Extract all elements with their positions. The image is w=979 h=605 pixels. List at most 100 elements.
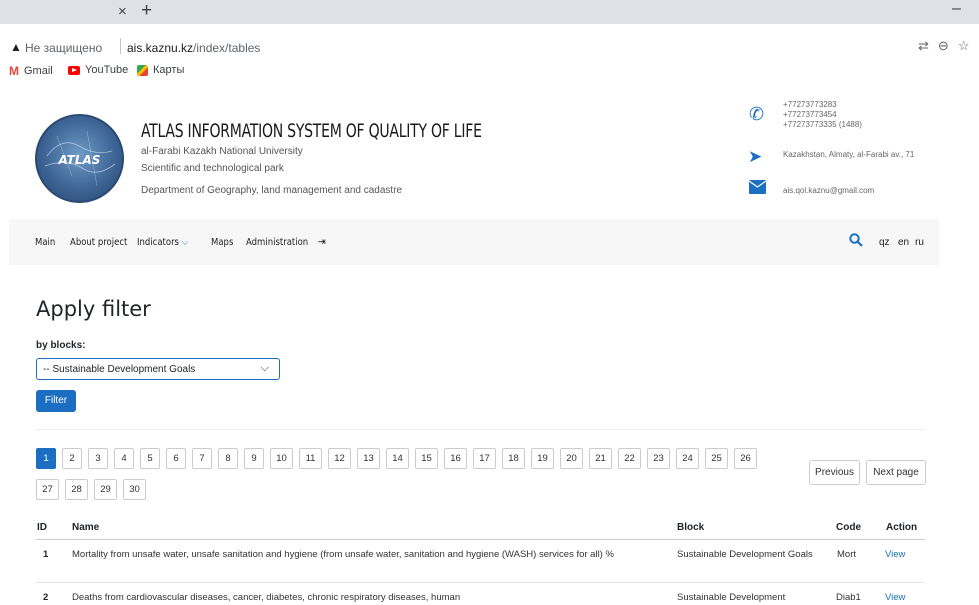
table-header-divider bbox=[36, 539, 925, 540]
security-status[interactable]: Не защищено bbox=[25, 41, 102, 55]
page-title: Apply filter bbox=[36, 297, 151, 321]
lang-en[interactable]: en bbox=[898, 237, 909, 248]
column-header-id[interactable]: ID bbox=[37, 522, 47, 533]
bookmark-label: Gmail bbox=[24, 65, 53, 77]
row-divider bbox=[36, 582, 925, 583]
column-header-name[interactable]: Name bbox=[72, 522, 99, 533]
nav-indicators[interactable]: Indicators ⌵ bbox=[137, 237, 188, 248]
page-button-13[interactable]: 13 bbox=[357, 448, 380, 469]
url-path: /index/tables bbox=[193, 41, 261, 55]
lang-ru[interactable]: ru bbox=[915, 237, 924, 248]
page-button-11[interactable]: 11 bbox=[299, 448, 322, 469]
gmail-icon: M bbox=[9, 64, 19, 78]
bookmark-youtube[interactable]: YouTube bbox=[68, 64, 128, 76]
address-text: Kazakhstan, Almaty, al-Farabi av., 71 bbox=[783, 150, 915, 159]
page-button-5[interactable]: 5 bbox=[140, 448, 160, 469]
page-button-28[interactable]: 28 bbox=[65, 479, 88, 500]
location-arrow-icon: ➤ bbox=[748, 147, 763, 166]
page-button-20[interactable]: 20 bbox=[560, 448, 583, 469]
row-code: Diab1 bbox=[836, 592, 861, 603]
filter-label: by blocks: bbox=[36, 340, 86, 351]
filter-button[interactable]: Filter bbox=[36, 390, 76, 412]
url-domain: ais.kaznu.kz bbox=[127, 41, 194, 55]
maps-icon bbox=[137, 64, 148, 76]
phone-number: +77273773335 (1488) bbox=[783, 120, 862, 129]
page-button-9[interactable]: 9 bbox=[244, 448, 264, 469]
row-block: Sustainable Development bbox=[677, 592, 786, 603]
page-button-10[interactable]: 10 bbox=[270, 448, 293, 469]
column-header-code[interactable]: Code bbox=[836, 522, 861, 533]
nav-about-project[interactable]: About project bbox=[70, 237, 127, 248]
page-button-26[interactable]: 26 bbox=[734, 448, 757, 469]
url-text[interactable]: ais.kaznu.kz/index/tables bbox=[127, 41, 260, 55]
row-name: Mortality from unsafe water, unsafe sani… bbox=[72, 549, 614, 560]
translate-icon[interactable]: ⇄ bbox=[918, 38, 938, 53]
new-tab-button[interactable]: + bbox=[141, 0, 152, 22]
youtube-icon bbox=[68, 65, 80, 75]
page-button-30[interactable]: 30 bbox=[123, 479, 146, 500]
page-button-19[interactable]: 19 bbox=[531, 448, 554, 469]
chevron-down-icon: ⌵ bbox=[181, 237, 189, 248]
nav-administration[interactable]: Administration bbox=[246, 237, 308, 248]
bookmark-maps[interactable]: Карты bbox=[137, 64, 184, 76]
logo-text: ATLAS bbox=[58, 153, 101, 167]
page-button-8[interactable]: 8 bbox=[218, 448, 238, 469]
page-button-12[interactable]: 12 bbox=[328, 448, 351, 469]
atlas-logo[interactable]: ATLAS bbox=[35, 114, 124, 203]
page-button-16[interactable]: 16 bbox=[444, 448, 467, 469]
page-button-24[interactable]: 24 bbox=[676, 448, 699, 469]
page-button-4[interactable]: 4 bbox=[114, 448, 134, 469]
university-name: al-Farabi Kazakh National University bbox=[141, 146, 303, 157]
page-button-2[interactable]: 2 bbox=[62, 448, 82, 469]
row-id: 1 bbox=[43, 549, 49, 560]
page-button-6[interactable]: 6 bbox=[166, 448, 186, 469]
nav-main[interactable]: Main bbox=[35, 237, 55, 248]
envelope-icon bbox=[748, 180, 767, 199]
view-link[interactable]: View bbox=[885, 548, 905, 562]
phone-list: +77273773283 +77273773454 +77273773335 (… bbox=[783, 100, 862, 130]
tab-close-icon[interactable]: × bbox=[118, 3, 127, 20]
page-button-23[interactable]: 23 bbox=[647, 448, 670, 469]
phone-number: +77273773283 bbox=[783, 100, 837, 109]
page-button-15[interactable]: 15 bbox=[415, 448, 438, 469]
column-header-action[interactable]: Action bbox=[886, 522, 917, 533]
page-button-14[interactable]: 14 bbox=[386, 448, 409, 469]
warning-icon[interactable]: ▲ bbox=[10, 40, 22, 54]
next-page-button[interactable]: Next page bbox=[866, 460, 926, 485]
bookmark-star-icon[interactable]: ☆ bbox=[958, 38, 979, 53]
row-block: Sustainable Development Goals bbox=[677, 549, 813, 560]
lang-qz[interactable]: qz bbox=[879, 237, 890, 248]
divider bbox=[36, 429, 925, 430]
page-button-29[interactable]: 29 bbox=[94, 479, 117, 500]
zoom-icon[interactable]: ⊖ bbox=[938, 38, 958, 53]
bookmark-gmail[interactable]: M Gmail bbox=[9, 64, 53, 78]
block-select[interactable]: -- Sustainable Development Goals ⌵ bbox=[36, 358, 280, 380]
page-button-1[interactable]: 1 bbox=[36, 448, 56, 469]
page-button-18[interactable]: 18 bbox=[502, 448, 525, 469]
bookmark-label: Карты bbox=[153, 64, 185, 76]
page-button-25[interactable]: 25 bbox=[705, 448, 728, 469]
nav-maps[interactable]: Maps bbox=[211, 237, 233, 248]
address-divider bbox=[120, 38, 121, 54]
sign-out-icon[interactable]: ⇥ bbox=[318, 235, 326, 248]
row-name: Deaths from cardiovascular diseases, can… bbox=[72, 592, 461, 603]
department-name: Department of Geography, land management… bbox=[141, 185, 403, 196]
site-title: ATLAS INFORMATION SYSTEM OF QUALITY OF L… bbox=[141, 120, 482, 142]
previous-page-button[interactable]: Previous bbox=[809, 460, 860, 485]
page-button-17[interactable]: 17 bbox=[473, 448, 496, 469]
page-button-21[interactable]: 21 bbox=[589, 448, 612, 469]
page-button-22[interactable]: 22 bbox=[618, 448, 641, 469]
column-header-block[interactable]: Block bbox=[677, 522, 704, 533]
page-button-3[interactable]: 3 bbox=[88, 448, 108, 469]
phone-icon: ✆ bbox=[749, 104, 765, 124]
view-link[interactable]: View bbox=[885, 591, 905, 605]
page-button-27[interactable]: 27 bbox=[36, 479, 59, 500]
search-icon[interactable] bbox=[849, 233, 863, 250]
page-button-7[interactable]: 7 bbox=[192, 448, 212, 469]
bookmark-label: YouTube bbox=[85, 64, 129, 76]
address-bar-icons: ⇄⊖☆ bbox=[918, 38, 978, 54]
row-code: Mort bbox=[837, 549, 856, 560]
window-minimize-button[interactable]: – bbox=[952, 0, 961, 18]
phone-number: +77273773454 bbox=[783, 110, 837, 119]
park-name: Scientific and technological park bbox=[141, 163, 284, 174]
